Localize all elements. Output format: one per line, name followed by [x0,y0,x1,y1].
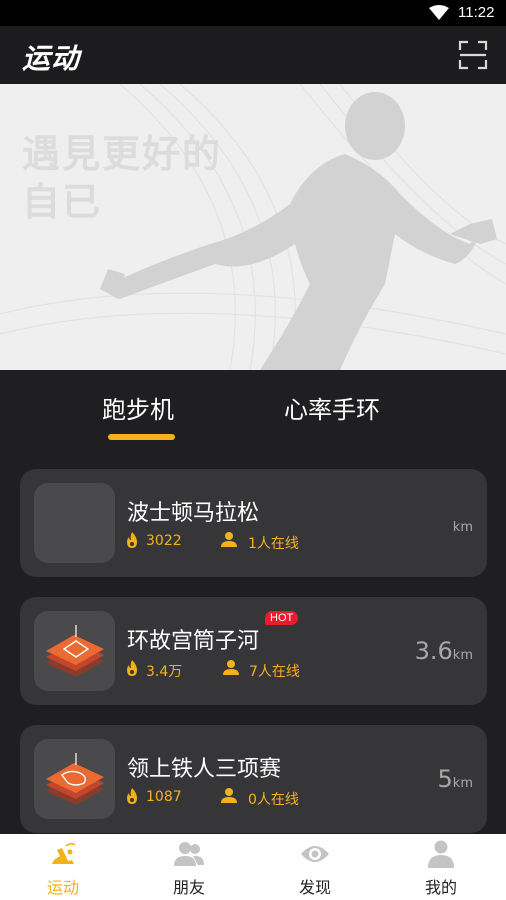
runner-illustration [0,84,506,370]
route-distance: km [453,509,473,537]
user-icon [428,840,454,868]
distance-unit: km [452,776,473,791]
route-card-boston[interactable]: 波士顿马拉松 3022 1人在线 km [20,469,487,577]
route-heat: 3022 [146,533,182,549]
route-thumbnail [34,483,115,563]
banner-slogan: 遇見更好的 自已 [22,130,222,226]
map-icon [46,753,104,805]
route-card-triathlon[interactable]: 领上铁人三项赛 1087 0人在线 5km [20,725,487,833]
nav-label: 朋友 [172,878,205,897]
nav-label: 运动 [46,878,79,897]
status-bar: 11:22 [0,0,506,26]
status-time: 11:22 [458,4,495,21]
banner-slogan-line1: 遇見更好的 [22,132,223,176]
tab-treadmill[interactable]: 跑步机 [102,390,174,425]
hot-badge: HOT [265,611,299,625]
route-heat: 3.4万 [146,664,183,680]
banner-slogan-line2: 自已 [22,180,103,224]
friends-icon [174,842,204,866]
wifi-icon [429,5,449,20]
promo-banner[interactable]: 遇見更好的 自已 [0,84,506,370]
route-thumbnail [34,611,115,691]
route-card-forbidden-city[interactable]: 环故宫筒子河 HOT 3.4万 7人在线 3.6km [20,597,487,705]
run-icon [52,842,76,864]
flame-icon [127,532,137,548]
distance-value: 5 [437,765,453,793]
route-online: 1人在线 [248,536,299,552]
nav-label: 我的 [424,878,457,897]
nav-item-sport[interactable]: 运动 [0,834,126,900]
eye-icon [301,846,329,862]
app-bar: 运动 [0,26,506,84]
nav-item-mine[interactable]: 我的 [378,834,504,900]
person-icon [223,660,239,675]
distance-value: 3.6 [414,637,453,665]
route-name: 波士顿马拉松 [127,501,260,526]
route-online: 0人在线 [248,792,299,808]
active-tab-indicator [108,434,175,440]
distance-unit: km [452,648,473,663]
person-icon [221,788,237,803]
route-distance: 3.6km [415,637,473,665]
route-thumbnail [34,739,115,819]
map-icon [46,625,104,677]
flame-icon [127,788,137,804]
nav-label: 发现 [298,878,331,897]
flame-icon [127,660,137,676]
route-name: 环故宫筒子河 [127,629,260,654]
page-title: 运动 [22,42,81,75]
distance-unit: km [452,520,473,535]
nav-item-friends[interactable]: 朋友 [126,834,252,900]
bottom-nav: 运动 朋友 发现 我的 [0,834,506,900]
device-tabs: 跑步机 心率手环 [0,370,506,460]
scan-icon[interactable] [458,40,488,70]
route-name: 领上铁人三项赛 [127,757,282,782]
route-heat: 1087 [146,789,182,805]
route-online: 7人在线 [249,664,300,680]
nav-item-discover[interactable]: 发现 [252,834,378,900]
tab-heart-rate-band[interactable]: 心率手环 [284,390,380,425]
person-icon [221,532,237,547]
route-distance: 5km [438,765,473,793]
